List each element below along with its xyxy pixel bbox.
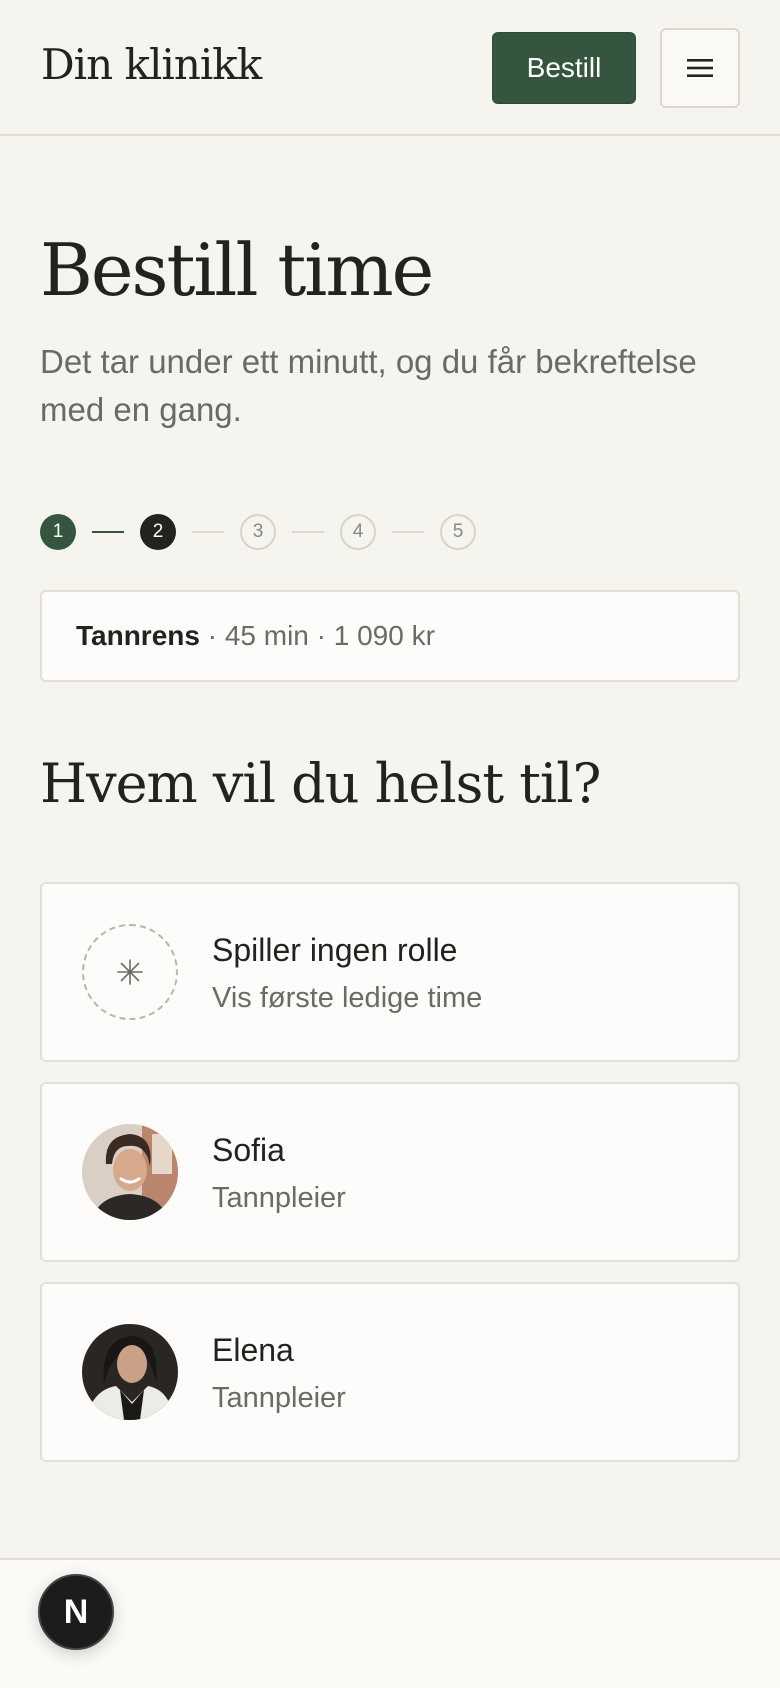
book-button[interactable]: Bestill — [492, 32, 636, 104]
option-name: Elena — [212, 1332, 294, 1368]
hamburger-menu-icon — [687, 59, 713, 77]
step-1: 1 — [40, 514, 76, 550]
step-connector — [192, 531, 224, 533]
menu-button[interactable] — [660, 28, 740, 108]
step-4: 4 — [340, 514, 376, 550]
service-summary: Tannrens · 45 min · 1 090 kr — [40, 590, 740, 682]
step-3: 3 — [240, 514, 276, 550]
option-name: Sofia — [212, 1132, 285, 1168]
option-subtitle: Vis første ledige time — [212, 982, 483, 1014]
provider-option-any[interactable]: Spiller ingen rolle Vis første ledige ti… — [40, 882, 740, 1062]
step-indicator: 1 2 3 4 5 — [40, 514, 540, 550]
asterisk-icon — [82, 924, 178, 1020]
option-name: Spiller ingen rolle — [212, 932, 458, 968]
provider-option-elena[interactable]: Elena Tannpleier — [40, 1282, 740, 1462]
step-5: 5 — [440, 514, 476, 550]
sofia-avatar — [82, 1124, 178, 1220]
clinic-logo[interactable]: Din klinikk — [41, 40, 262, 89]
dev-tools-badge[interactable]: N — [38, 1574, 114, 1650]
step-connector — [92, 531, 124, 533]
option-subtitle: Tannpleier — [212, 1182, 346, 1214]
elena-avatar — [82, 1324, 178, 1420]
step-connector — [392, 531, 424, 533]
page-footer — [0, 1558, 780, 1688]
page-lead: Det tar under ett minutt, og du får bekr… — [40, 343, 697, 428]
provider-option-sofia[interactable]: Sofia Tannpleier — [40, 1082, 740, 1262]
step-connector — [292, 531, 324, 533]
step-2: 2 — [140, 514, 176, 550]
option-subtitle: Tannpleier — [212, 1382, 346, 1414]
page-title: Bestill time — [40, 228, 434, 312]
section-title: Hvem vil du helst til? — [40, 752, 601, 815]
site-header: Din klinikk Bestill — [0, 0, 780, 136]
service-details: · 45 min · 1 090 kr — [199, 620, 435, 651]
service-name: Tannrens — [76, 620, 200, 651]
